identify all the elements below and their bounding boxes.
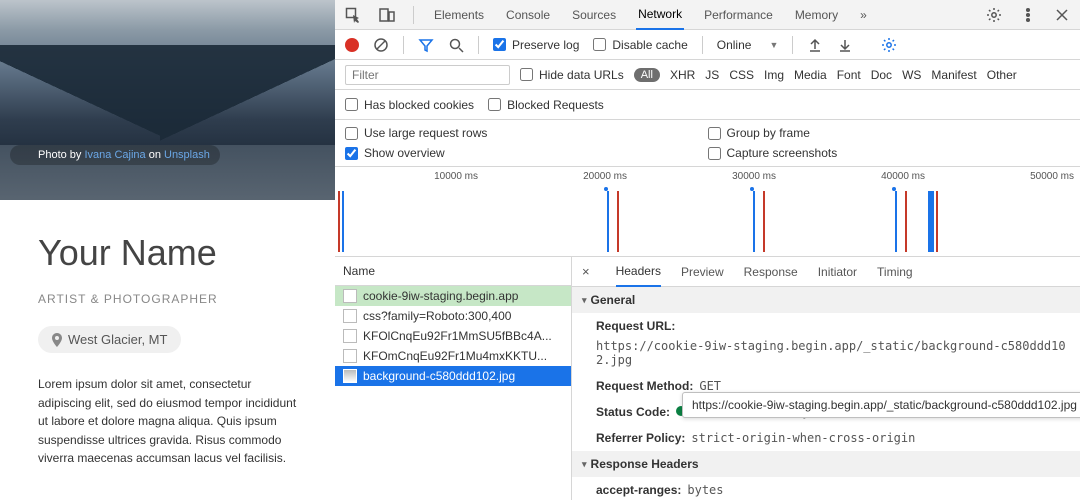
image-file-icon <box>343 369 357 383</box>
filter-img[interactable]: Img <box>764 68 784 82</box>
profile-name: Your Name <box>38 232 297 274</box>
request-row[interactable]: KFOlCnqEu92Fr1MmSU5fBBc4A... <box>335 326 571 346</box>
tab-sources[interactable]: Sources <box>570 1 618 29</box>
network-lower: Name cookie-9iw-staging.begin.app css?fa… <box>335 257 1080 500</box>
filter-js[interactable]: JS <box>705 68 719 82</box>
settings-icon[interactable] <box>986 7 1002 23</box>
general-section[interactable]: General <box>572 287 1080 313</box>
filter-row: Hide data URLs All XHR JS CSS Img Media … <box>335 60 1080 90</box>
headers-pane[interactable]: General Request URL:https://cookie-9iw-s… <box>572 287 1080 500</box>
dtab-timing[interactable]: Timing <box>877 258 913 286</box>
network-settings-icon[interactable] <box>881 37 897 53</box>
request-row[interactable]: css?family=Roboto:300,400 <box>335 306 571 326</box>
tick: 20000 ms <box>484 167 633 182</box>
close-details-icon[interactable]: × <box>582 264 590 279</box>
credit-author-link[interactable]: Ivana Cajina <box>84 149 145 161</box>
record-button[interactable] <box>345 38 359 52</box>
credit-prefix: Photo by <box>38 149 84 161</box>
location-badge: West Glacier, MT <box>38 326 181 353</box>
request-url: Request URL:https://cookie-9iw-staging.b… <box>572 313 1080 373</box>
request-details: × Headers Preview Response Initiator Tim… <box>572 257 1080 500</box>
filter-ws[interactable]: WS <box>902 68 921 82</box>
dtab-headers[interactable]: Headers <box>616 257 661 287</box>
content-area: Your Name ARTIST & PHOTOGRAPHER West Gla… <box>0 200 335 500</box>
website-preview: Photo by Ivana Cajina on Unsplash Your N… <box>0 0 335 500</box>
dtab-initiator[interactable]: Initiator <box>818 258 857 286</box>
request-row[interactable]: KFOmCnqEu92Fr1Mu4mxKKTU... <box>335 346 571 366</box>
timeline-overview[interactable]: 10000 ms 20000 ms 30000 ms 40000 ms 5000… <box>335 167 1080 257</box>
tab-performance[interactable]: Performance <box>702 1 775 29</box>
blocked-requests-checkbox[interactable]: Blocked Requests <box>488 98 604 112</box>
tab-console[interactable]: Console <box>504 1 552 29</box>
file-icon <box>343 329 357 343</box>
response-headers-section[interactable]: Response Headers <box>572 451 1080 477</box>
filter-input[interactable] <box>345 65 510 85</box>
tick: 10000 ms <box>335 167 484 182</box>
show-overview-checkbox[interactable]: Show overview <box>345 146 708 160</box>
request-row-selected[interactable]: background-c580ddd102.jpg <box>335 366 571 386</box>
hide-data-urls-checkbox[interactable]: Hide data URLs <box>520 68 624 82</box>
disable-cache-checkbox[interactable]: Disable cache <box>593 38 687 52</box>
device-toggle-icon[interactable] <box>379 7 395 23</box>
clear-icon[interactable] <box>373 37 389 53</box>
tab-more[interactable]: » <box>858 1 869 29</box>
request-list: Name cookie-9iw-staging.begin.app css?fa… <box>335 257 572 500</box>
upload-har-icon[interactable] <box>807 37 823 53</box>
tick: 50000 ms <box>931 167 1080 182</box>
filter-manifest[interactable]: Manifest <box>931 68 976 82</box>
tab-network[interactable]: Network <box>636 0 684 30</box>
network-toolbar: Preserve log Disable cache Online▼ <box>335 30 1080 60</box>
hero-image: Photo by Ivana Cajina on Unsplash <box>0 0 335 200</box>
preserve-log-checkbox[interactable]: Preserve log <box>493 38 579 52</box>
has-blocked-cookies-checkbox[interactable]: Has blocked cookies <box>345 98 474 112</box>
download-har-icon[interactable] <box>837 37 853 53</box>
tab-memory[interactable]: Memory <box>793 1 840 29</box>
details-tabbar: × Headers Preview Response Initiator Tim… <box>572 257 1080 287</box>
filter-css[interactable]: CSS <box>729 68 754 82</box>
credit-source-link[interactable]: Unsplash <box>164 149 210 161</box>
dtab-preview[interactable]: Preview <box>681 258 724 286</box>
dtab-response[interactable]: Response <box>744 258 798 286</box>
pin-icon <box>52 333 62 347</box>
inspect-icon[interactable] <box>345 7 361 23</box>
photo-credit: Photo by Ivana Cajina on Unsplash <box>10 145 220 165</box>
request-row[interactable]: cookie-9iw-staging.begin.app <box>335 286 571 306</box>
filter-xhr[interactable]: XHR <box>670 68 695 82</box>
use-large-rows-checkbox[interactable]: Use large request rows <box>345 126 708 140</box>
bio-text: Lorem ipsum dolor sit amet, consectetur … <box>38 375 297 468</box>
blocked-row: Has blocked cookies Blocked Requests <box>335 90 1080 120</box>
profile-subtitle: ARTIST & PHOTOGRAPHER <box>38 292 297 306</box>
location-text: West Glacier, MT <box>68 332 167 347</box>
close-icon[interactable] <box>1054 7 1070 23</box>
search-icon[interactable] <box>448 37 464 53</box>
group-by-frame-checkbox[interactable]: Group by frame <box>708 126 1071 140</box>
url-tooltip: https://cookie-9iw-staging.begin.app/_st… <box>682 392 1080 418</box>
referrer-policy: Referrer Policy:strict-origin-when-cross… <box>572 425 1080 451</box>
file-icon <box>343 349 357 363</box>
filter-icon[interactable] <box>418 37 434 53</box>
filter-font[interactable]: Font <box>837 68 861 82</box>
file-icon <box>343 289 357 303</box>
devtools-tabbar: Elements Console Sources Network Perform… <box>335 0 1080 30</box>
filter-other[interactable]: Other <box>987 68 1017 82</box>
tick: 40000 ms <box>782 167 931 182</box>
view-options: Use large request rows Show overview Gro… <box>335 120 1080 167</box>
capture-screenshots-checkbox[interactable]: Capture screenshots <box>708 146 1071 160</box>
credit-on: on <box>146 149 164 161</box>
kebab-icon[interactable] <box>1020 7 1036 23</box>
filter-doc[interactable]: Doc <box>871 68 892 82</box>
accept-ranges: accept-ranges:bytes <box>572 477 1080 500</box>
file-icon <box>343 309 357 323</box>
throttling-select[interactable]: Online▼ <box>717 38 779 52</box>
column-name[interactable]: Name <box>335 257 571 286</box>
devtools-panel: Elements Console Sources Network Perform… <box>335 0 1080 500</box>
tab-elements[interactable]: Elements <box>432 1 486 29</box>
tick: 30000 ms <box>633 167 782 182</box>
filter-media[interactable]: Media <box>794 68 827 82</box>
filter-all[interactable]: All <box>634 68 660 82</box>
